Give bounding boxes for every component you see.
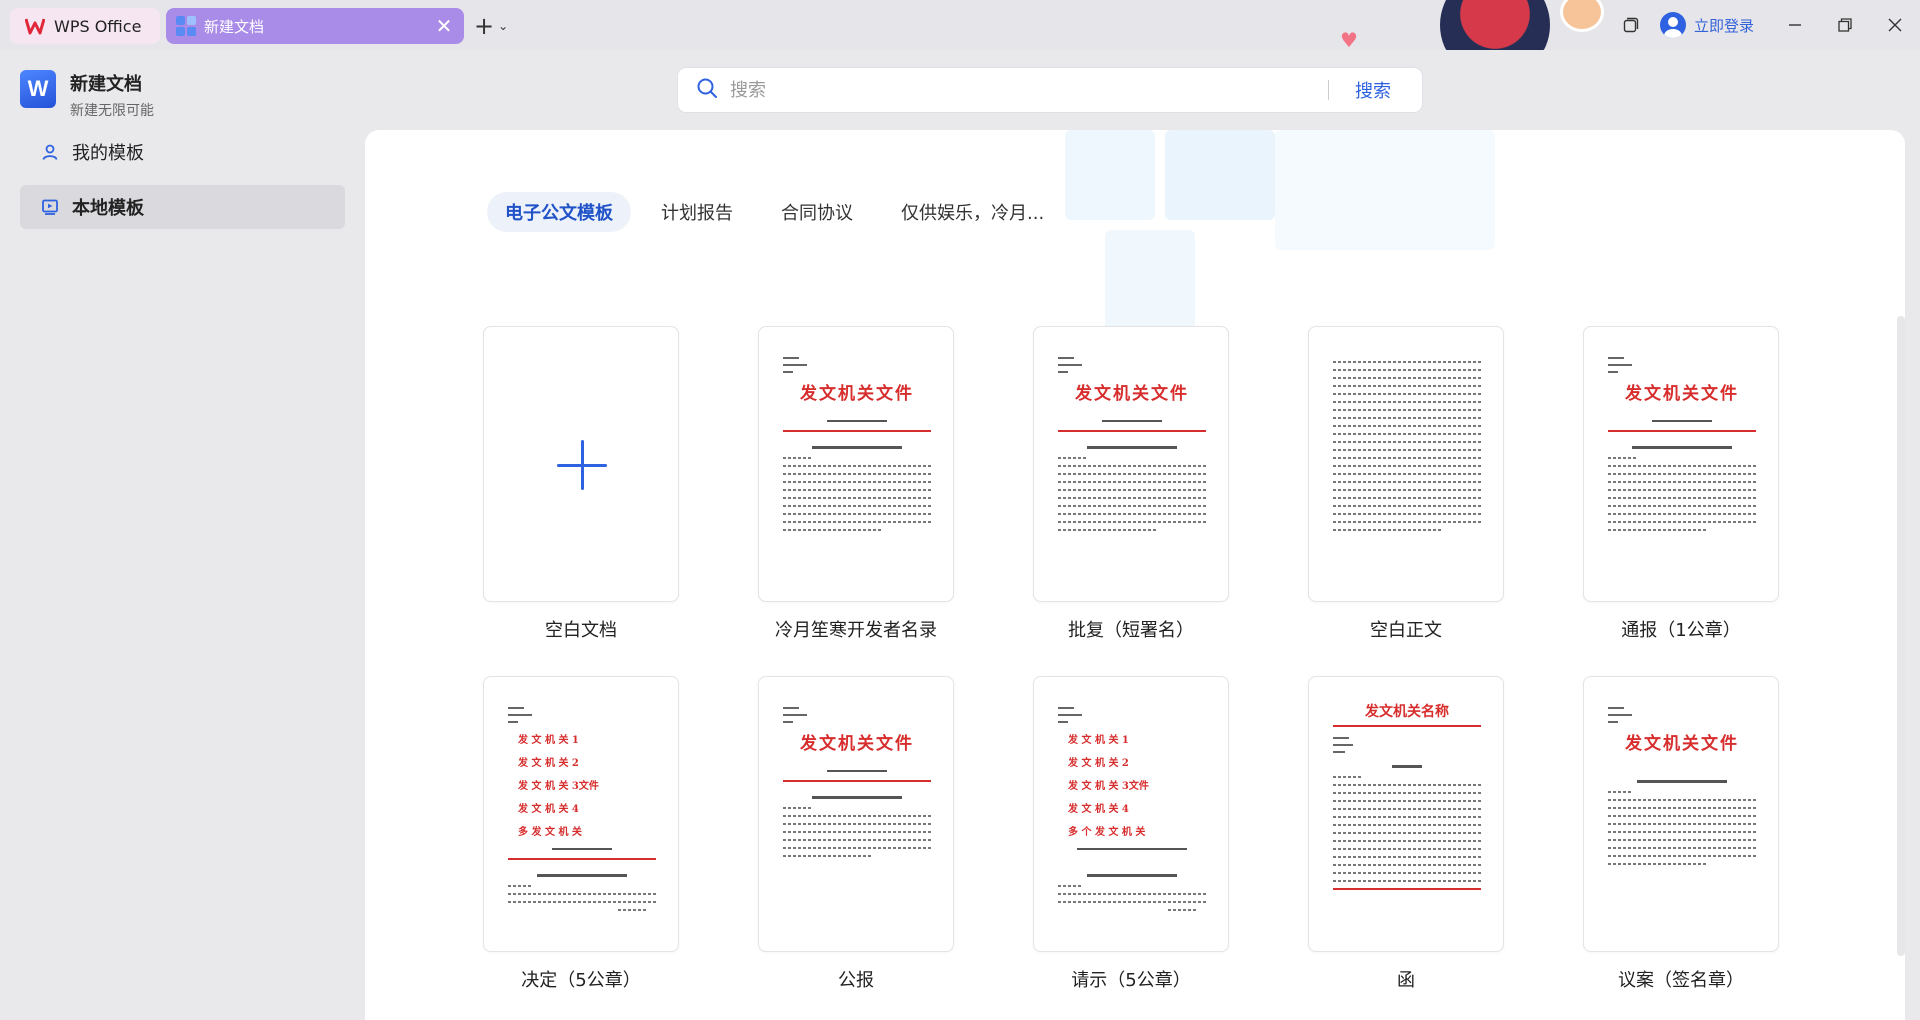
thumb-row: 发 文 机 关 1 [1068,735,1129,746]
thumb-title: 发文机关文件 [800,734,914,754]
search-input[interactable] [730,79,1320,101]
template-thumbnail[interactable]: 发文机关文件 [758,676,954,952]
document-tab-icon [176,16,196,36]
template-name: 函 [1397,970,1415,991]
thumb-title: 发文机关文件 [1625,734,1739,754]
search-button[interactable]: 搜索 [1355,77,1391,103]
template-card[interactable]: 发文机关文件 通报（1公章） [1583,326,1779,676]
template-card[interactable]: 发文机关文件 议案（签名章） [1583,676,1779,1020]
search-bar: 搜索 [678,68,1422,112]
thumb-title: 发文机关名称 [1365,704,1449,720]
wps-writer-icon: W [20,70,56,108]
close-window-button[interactable] [1880,10,1910,40]
template-name: 公报 [838,970,874,991]
template-name: 决定（5公章） [521,970,641,991]
tab-contracts[interactable]: 合同协议 [763,192,871,232]
thumb-row: 发 文 机 关 4 [1068,804,1129,815]
thumb-title: 发文机关文件 [1625,384,1739,404]
template-thumbnail[interactable]: 发文机关文件 [1583,326,1779,602]
sidebar-item-local-templates[interactable]: 本地模板 [20,185,345,229]
template-card[interactable]: 空白正文 [1308,326,1504,676]
tab-official-documents[interactable]: 电子公文模板 [487,192,631,232]
thumb-row: 多 个 发 文 机 关 [1068,827,1146,838]
plus-icon [557,440,607,490]
tab-doc-label: 新建文档 [204,17,265,36]
template-name: 空白文档 [545,620,617,641]
sidebar-item-my-templates[interactable]: 我的模板 [20,130,345,174]
template-card-blank-document[interactable]: 空白文档 [483,326,679,676]
thumb-row: 发 文 机 关 3文件 [518,781,599,792]
login-button[interactable]: 立即登录 [1660,10,1754,40]
plus-icon: + [474,12,495,40]
search-divider [1328,80,1329,100]
heart-icon: ♥ [1340,28,1358,50]
tab-wps-office[interactable]: WPS Office [10,8,160,44]
decoration-shape [1560,0,1604,32]
sidebar-item-label: 本地模板 [72,198,144,219]
tab-new-document[interactable]: 新建文档 ✕ [166,8,464,44]
tab-plan-report[interactable]: 计划报告 [643,192,751,232]
thumb-row: 发 文 机 关 2 [518,758,579,769]
template-name: 通报（1公章） [1621,620,1741,641]
restore-button[interactable] [1830,10,1860,40]
thumb-row: 发 文 机 关 3文件 [1068,781,1149,792]
template-thumbnail[interactable]: 发 文 机 关 1 发 文 机 关 2 发 文 机 关 3文件 发 文 机 关 … [1033,676,1229,952]
template-thumbnail[interactable]: 发文机关文件 [1033,326,1229,602]
template-name: 冷月笙寒开发者名录 [775,620,937,641]
close-icon[interactable]: ✕ [434,16,454,36]
new-tab-button[interactable]: + ⌄ [474,12,508,40]
thumb-row: 多 发 文 机 关 [518,827,582,838]
template-thumbnail[interactable] [1308,326,1504,602]
template-name: 请示（5公章） [1071,970,1191,991]
app-subtitle: 新建无限可能 [70,103,154,119]
app-title: 新建文档 [70,74,142,95]
template-thumbnail[interactable] [483,326,679,602]
sidebar-item-label: 我的模板 [72,143,144,164]
minimize-button[interactable] [1780,10,1810,40]
sidebar: W 新建文档 新建无限可能 我的模板 本地模板 [0,50,365,1020]
template-name: 议案（签名章） [1618,970,1744,991]
template-card[interactable]: 发文机关文件 公报 [758,676,954,1020]
wps-logo-icon [24,15,46,37]
scrollbar[interactable] [1897,316,1905,956]
thumb-title: 发文机关文件 [800,384,914,404]
local-template-icon [40,197,60,217]
window-layout-icon[interactable] [1616,10,1646,40]
template-name: 批复（短署名） [1068,620,1194,641]
template-thumbnail[interactable]: 发文机关文件 [758,326,954,602]
template-card[interactable]: 发文机关名称 函 [1308,676,1504,1020]
template-card[interactable]: 发文机关文件 批复（短署名） [1033,326,1229,676]
user-icon [40,142,60,162]
character-illustration [1440,0,1550,50]
category-tabs: 电子公文模板 计划报告 合同协议 仅供娱乐，冷月... [487,192,1062,232]
search-icon [696,77,718,103]
template-panel: 电子公文模板 计划报告 合同协议 仅供娱乐，冷月... 空白文档 发文机关文件 [365,130,1905,1020]
tab-entertainment[interactable]: 仅供娱乐，冷月... [883,192,1062,232]
template-thumbnail[interactable]: 发文机关名称 [1308,676,1504,952]
template-card[interactable]: 发文机关文件 冷月笙寒开发者名录 [758,326,954,676]
template-card[interactable]: 发 文 机 关 1 发 文 机 关 2 发 文 机 关 3文件 发 文 机 关 … [483,676,679,1020]
banner-illustration: ♥ [1340,0,1610,50]
template-card[interactable]: 发 文 机 关 1 发 文 机 关 2 发 文 机 关 3文件 发 文 机 关 … [1033,676,1229,1020]
thumb-title: 发文机关文件 [1075,384,1189,404]
thumb-row: 发 文 机 关 4 [518,804,579,815]
template-name: 空白正文 [1370,620,1442,641]
chevron-down-icon: ⌄ [498,19,509,33]
avatar-icon [1660,12,1686,38]
title-bar: WPS Office 新建文档 ✕ + ⌄ ♥ 立即登录 [0,0,1920,50]
template-grid: 空白文档 发文机关文件 冷月笙寒开发者名录 发文机关文件 批复（短署名） 空白正… [483,326,1783,1020]
template-thumbnail[interactable]: 发文机关文件 [1583,676,1779,952]
thumb-row: 发 文 机 关 2 [1068,758,1129,769]
thumb-row: 发 文 机 关 1 [518,735,579,746]
login-label: 立即登录 [1694,16,1755,35]
tab-wps-label: WPS Office [54,16,142,36]
template-thumbnail[interactable]: 发 文 机 关 1 发 文 机 关 2 发 文 机 关 3文件 发 文 机 关 … [483,676,679,952]
app-header: W 新建文档 新建无限可能 [20,70,154,120]
